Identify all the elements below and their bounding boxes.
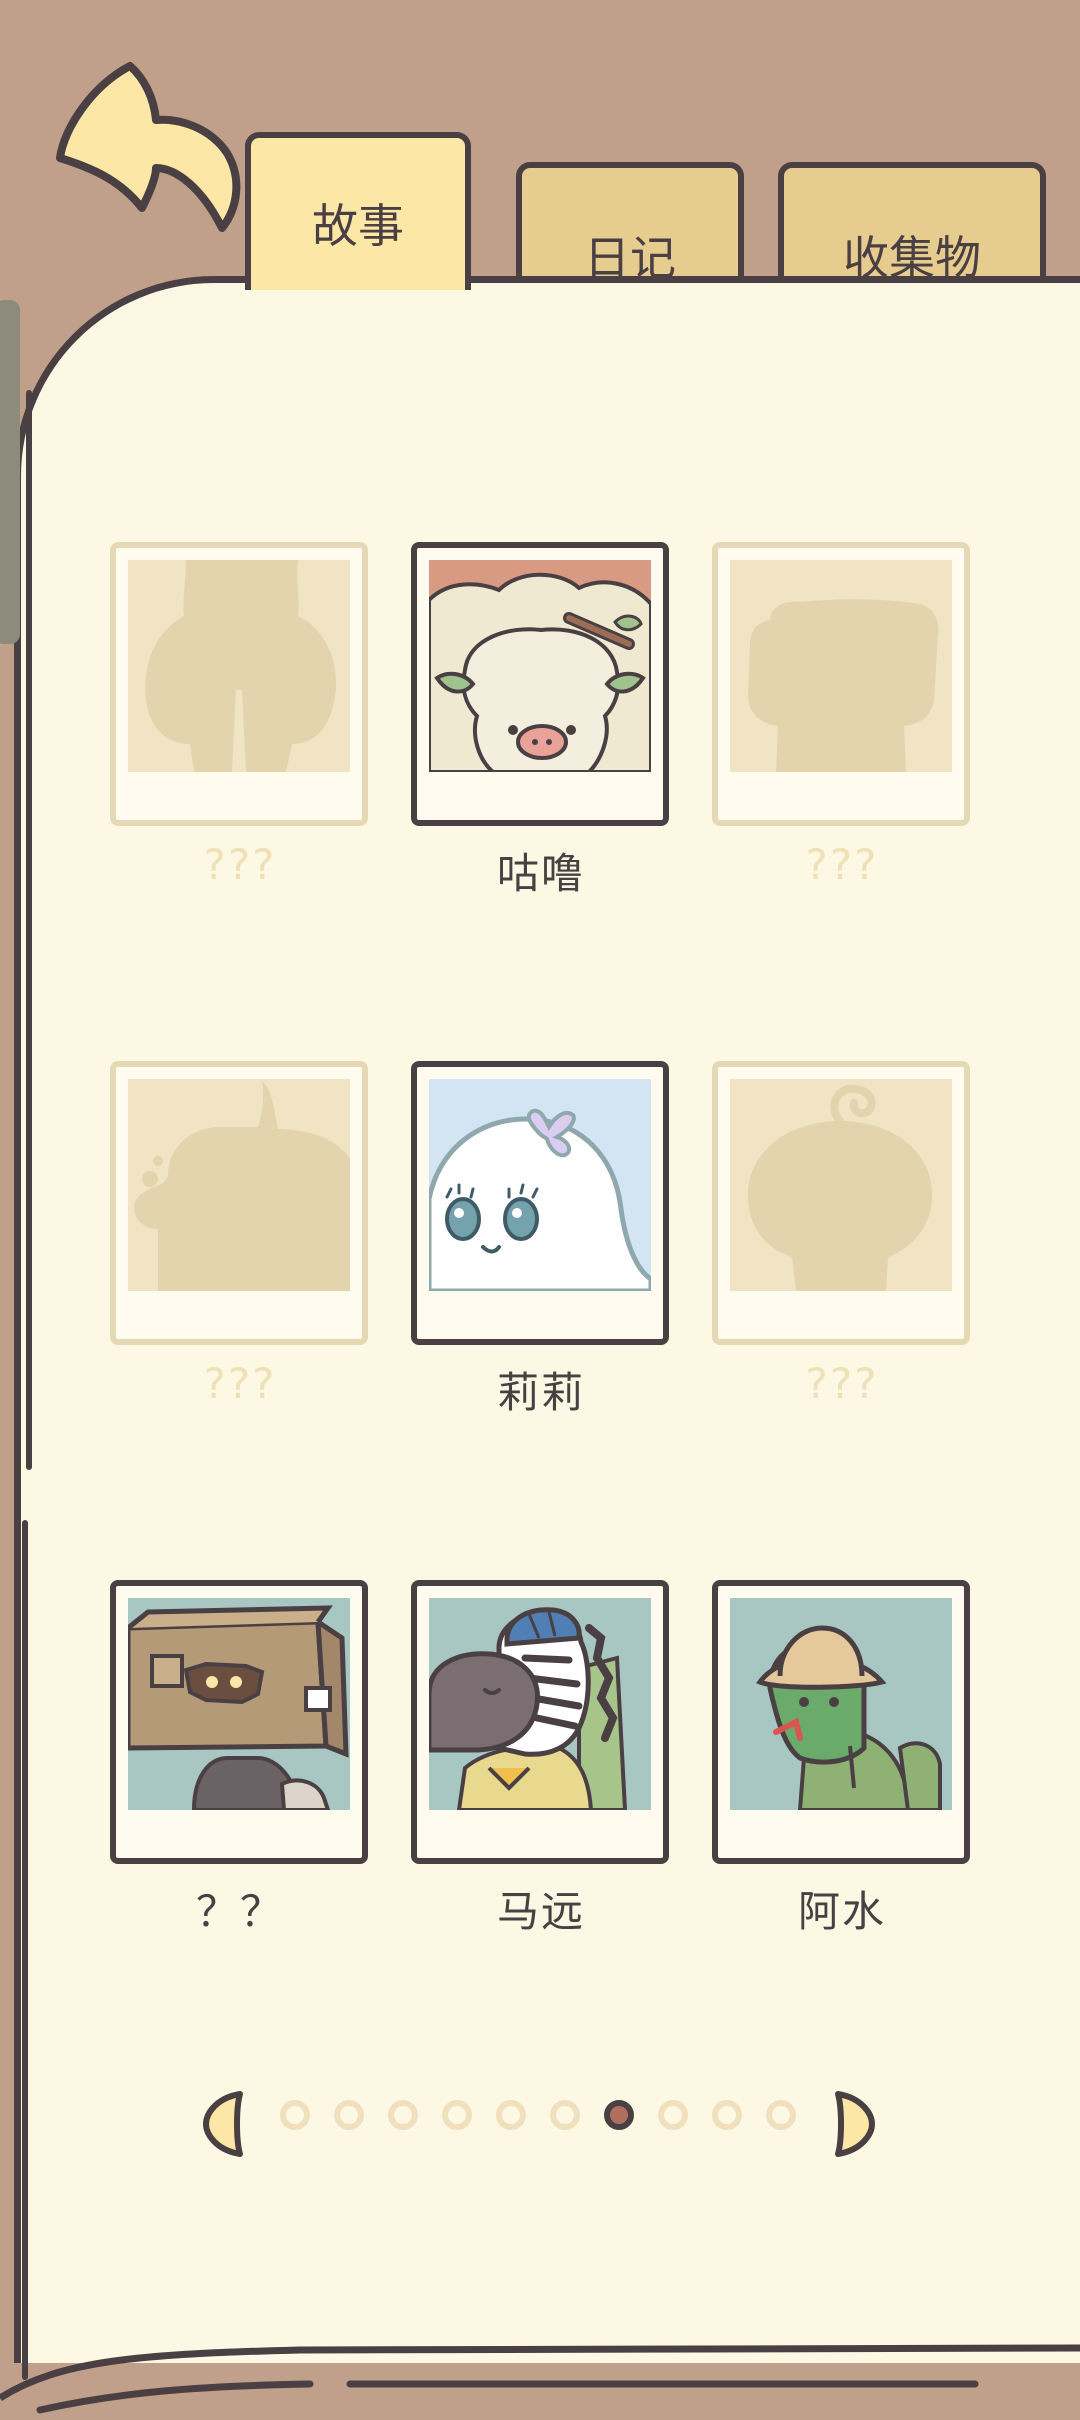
book-spine-line: [26, 390, 32, 1470]
back-button[interactable]: [52, 58, 242, 238]
page-dot[interactable]: [280, 2100, 310, 2130]
tab-story-label: 故事: [312, 199, 404, 253]
silhouette-square-icon: [730, 560, 952, 772]
tab-collection[interactable]: 收集物: [778, 162, 1046, 290]
photo-frame: [411, 1061, 669, 1345]
character-card[interactable]: ???: [712, 1061, 972, 1408]
sheep-portrait-icon: [429, 560, 651, 772]
next-page-button[interactable]: [832, 2088, 876, 2160]
chevron-left-icon: [203, 2091, 243, 2157]
character-name: 莉莉: [496, 1368, 585, 1417]
character-name: ???: [203, 840, 277, 889]
silhouette-tall-icon: [128, 560, 350, 772]
frog-portrait-icon: [730, 1598, 952, 1810]
tab-story[interactable]: 故事: [245, 132, 471, 290]
character-name: 阿水: [797, 1887, 886, 1936]
page-dot[interactable]: [712, 2100, 742, 2130]
photo-frame: [110, 1580, 368, 1864]
ghost-portrait-icon: [429, 1079, 651, 1291]
book-bottom-edge: [0, 2344, 1080, 2414]
page-dot[interactable]: [766, 2100, 796, 2130]
character-name: 咕噜: [496, 849, 585, 898]
photo-frame: [712, 1580, 970, 1864]
silhouette-cat-icon: [128, 1079, 350, 1291]
character-card[interactable]: ???: [110, 542, 370, 889]
photo-frame: [110, 542, 368, 826]
character-name: 马远: [496, 1887, 585, 1936]
character-card[interactable]: 马远: [411, 1580, 671, 1939]
chevron-right-icon: [835, 2091, 875, 2157]
character-card[interactable]: ？？: [110, 1580, 370, 1939]
zebra-portrait-icon: [429, 1598, 651, 1810]
back-arrow-icon: [56, 62, 241, 232]
prev-page-button[interactable]: [202, 2088, 246, 2160]
character-card[interactable]: 咕噜: [411, 542, 671, 901]
tab-diary[interactable]: 日记: [516, 162, 744, 290]
page-dot[interactable]: [658, 2100, 688, 2130]
character-name: ???: [805, 840, 879, 889]
character-card[interactable]: ???: [110, 1061, 370, 1408]
page-dot[interactable]: [388, 2100, 418, 2130]
character-name: ？？: [195, 1887, 284, 1936]
photo-frame: [411, 542, 669, 826]
silhouette-round-icon: [730, 1079, 952, 1291]
page-dot-active[interactable]: [604, 2100, 634, 2130]
character-name: ???: [203, 1359, 277, 1408]
pagination: [0, 2080, 1080, 2160]
box-head-portrait-icon: [128, 1598, 350, 1810]
character-card[interactable]: 阿水: [712, 1580, 972, 1939]
photo-frame: [110, 1061, 368, 1345]
page-dot[interactable]: [334, 2100, 364, 2130]
photo-frame: [411, 1580, 669, 1864]
page-dot[interactable]: [442, 2100, 472, 2130]
photo-frame: [712, 1061, 970, 1345]
page-dot[interactable]: [496, 2100, 526, 2130]
character-card[interactable]: 莉莉: [411, 1061, 671, 1420]
page-dot[interactable]: [550, 2100, 580, 2130]
character-card[interactable]: ???: [712, 542, 972, 889]
character-name: ???: [805, 1359, 879, 1408]
scroll-handle[interactable]: [0, 300, 20, 644]
photo-frame: [712, 542, 970, 826]
book-spine-line: [22, 1520, 28, 2380]
